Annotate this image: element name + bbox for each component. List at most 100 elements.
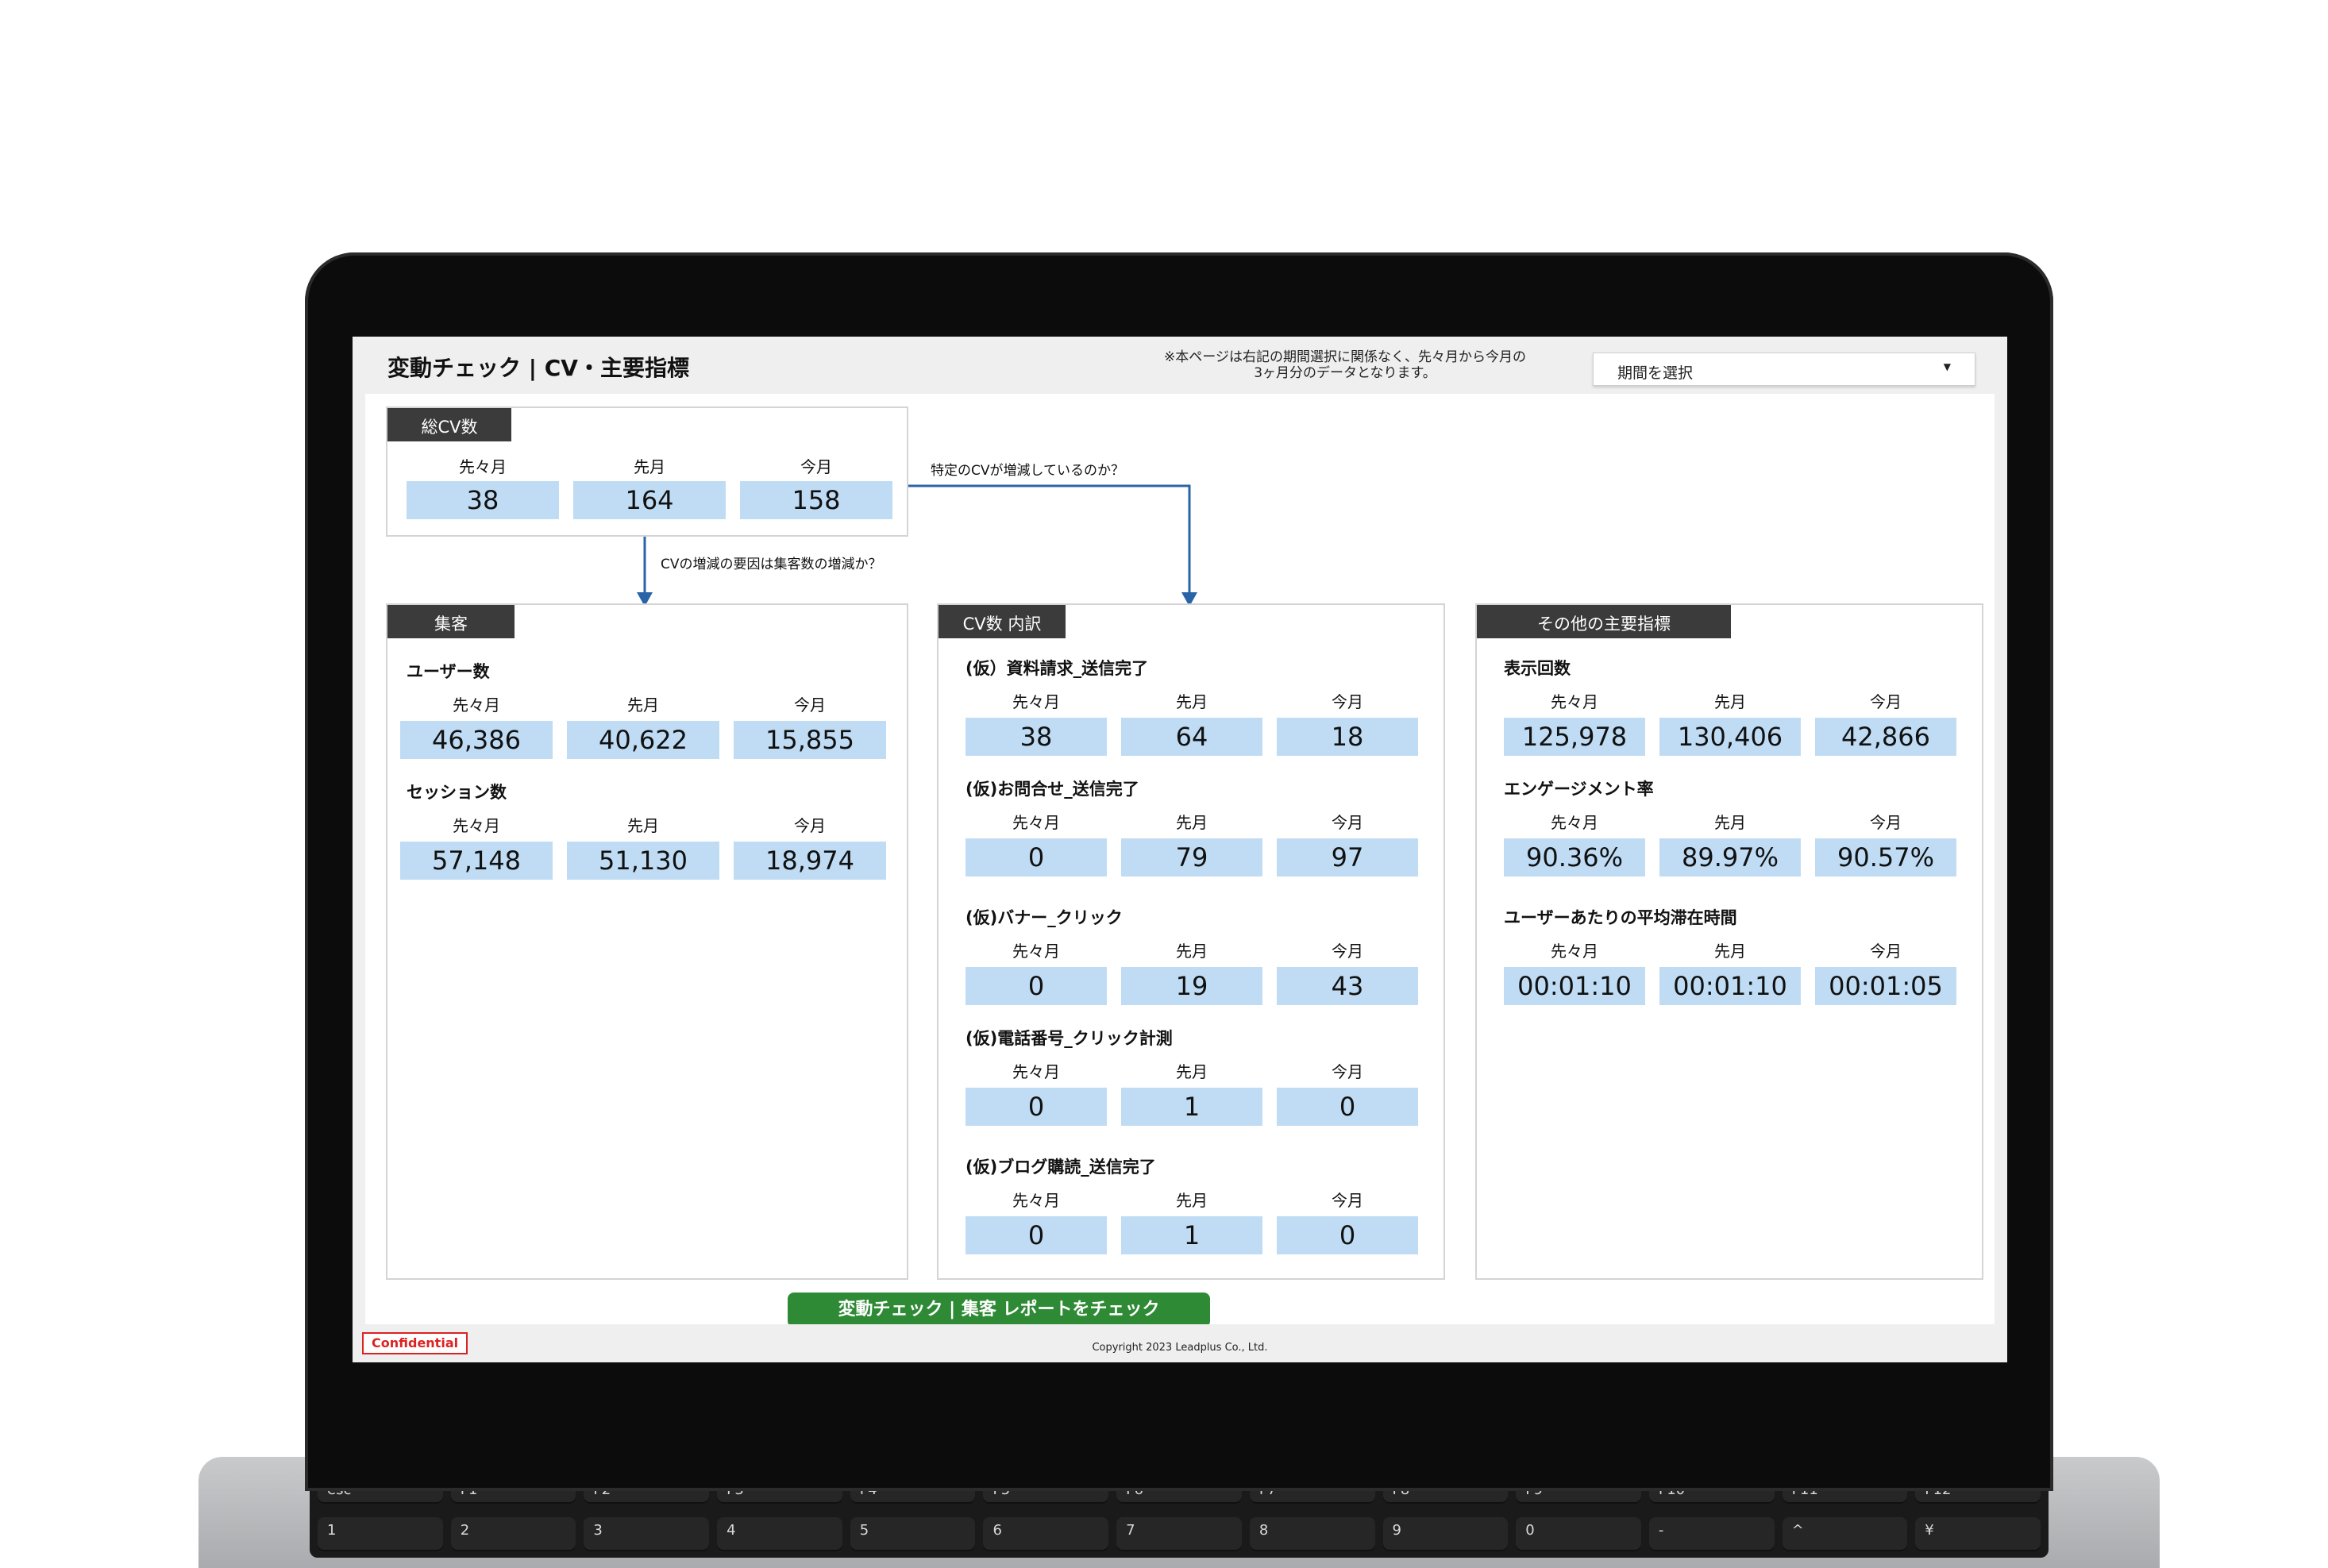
metric-value: 0 bbox=[1277, 1216, 1418, 1254]
col-head-this-month: 今月 bbox=[1332, 1062, 1363, 1081]
page-header: 変動チェック | CV・主要指標 ※本ページは右記の期間選択に関係なく、先々月か… bbox=[353, 337, 2007, 394]
metric-value: 89.97% bbox=[1659, 838, 1801, 876]
panel-tab: 総CV数 bbox=[387, 408, 511, 441]
metric-value: 90.36% bbox=[1504, 838, 1645, 876]
metric-value: 0 bbox=[966, 967, 1107, 1005]
col-head-this-month: 今月 bbox=[1332, 942, 1363, 961]
col-head-last-month: 先月 bbox=[627, 695, 659, 715]
keyboard-key: ¥ bbox=[1915, 1517, 2041, 1551]
col-head-two-months-ago: 先々月 bbox=[1012, 692, 1060, 711]
col-head-two-months-ago: 先々月 bbox=[1551, 813, 1598, 832]
metric-value: 46,386 bbox=[400, 721, 553, 759]
metric-label: ユーザーあたりの平均滞在時間 bbox=[1504, 908, 1737, 927]
metric-label: (仮)バナー_クリック bbox=[966, 908, 1123, 927]
period-note: ※本ページは右記の期間選択に関係なく、先々月から今月の 3ヶ月分のデータとなりま… bbox=[1123, 349, 1567, 381]
total-cv-panel: 総CV数 先々月 先月 今月 38 164 158 bbox=[386, 406, 908, 537]
keyboard-key: 5 bbox=[850, 1517, 976, 1551]
col-head-this-month: 今月 bbox=[1332, 692, 1363, 711]
metric-value: 42,866 bbox=[1815, 718, 1956, 756]
col-head-two-months-ago: 先々月 bbox=[1551, 942, 1598, 961]
period-select[interactable]: 期間を選択 ▼ bbox=[1593, 353, 1975, 386]
page-title: 変動チェック | CV・主要指標 bbox=[387, 355, 689, 381]
metric-value: 00:01:05 bbox=[1815, 967, 1956, 1005]
total-cv-value: 158 bbox=[740, 481, 892, 519]
flow-text-specific-cv: 特定のCVが増減しているのか？ bbox=[931, 463, 1124, 479]
col-head-last-month: 先月 bbox=[1176, 1191, 1208, 1210]
col-head-this-month: 今月 bbox=[1870, 692, 1902, 711]
col-head-this-month: 今月 bbox=[794, 816, 826, 835]
metric-value: 57,148 bbox=[400, 842, 553, 880]
metric-value: 18 bbox=[1277, 718, 1418, 756]
metric-value: 64 bbox=[1121, 718, 1262, 756]
col-head-this-month: 今月 bbox=[1332, 1191, 1363, 1210]
keyboard-key: - bbox=[1648, 1517, 1775, 1551]
keyboard-key: 8 bbox=[1249, 1517, 1375, 1551]
metric-label: (仮)ブログ購読_送信完了 bbox=[966, 1158, 1156, 1177]
col-head-two-months-ago: 先々月 bbox=[1012, 1191, 1060, 1210]
col-head-two-months-ago: 先々月 bbox=[453, 816, 500, 835]
keyboard-key: 1 bbox=[318, 1517, 443, 1551]
total-cv-value: 38 bbox=[407, 481, 559, 519]
metric-value: 40,622 bbox=[567, 721, 719, 759]
col-head-this-month: 今月 bbox=[800, 457, 832, 476]
col-head-two-months-ago: 先々月 bbox=[453, 695, 500, 715]
metric-value: 1 bbox=[1121, 1088, 1262, 1126]
col-head-two-months-ago: 先々月 bbox=[1012, 942, 1060, 961]
panel-tab: 集客 bbox=[387, 605, 515, 638]
col-head-two-months-ago: 先々月 bbox=[1012, 1062, 1060, 1081]
col-head-last-month: 先月 bbox=[1714, 813, 1746, 832]
metric-label: (仮）資料請求_送信完了 bbox=[966, 659, 1149, 678]
acquisition-panel: 集客 ユーザー数 先々月 先月 今月 46,386 40,622 15,855 … bbox=[386, 603, 908, 1280]
caret-down-icon: ▼ bbox=[1943, 361, 1951, 372]
keyboard-key: 2 bbox=[450, 1517, 576, 1551]
metric-label: ユーザー数 bbox=[407, 662, 490, 681]
metric-value: 0 bbox=[966, 1216, 1107, 1254]
col-head-two-months-ago: 先々月 bbox=[1551, 692, 1598, 711]
copyright-text: Copyright 2023 Leadplus Co., Ltd. bbox=[1092, 1342, 1268, 1354]
col-head-last-month: 先月 bbox=[1176, 942, 1208, 961]
keyboard-key: 3 bbox=[584, 1517, 710, 1551]
panel-tab: CV数 内訳 bbox=[939, 605, 1066, 638]
metric-value: 43 bbox=[1277, 967, 1418, 1005]
metric-value: 18,974 bbox=[734, 842, 886, 880]
metric-label: (仮)お問合せ_送信完了 bbox=[966, 780, 1139, 799]
dashboard-screen: 変動チェック | CV・主要指標 ※本ページは右記の期間選択に関係なく、先々月か… bbox=[353, 337, 2007, 1362]
metric-label: 表示回数 bbox=[1504, 659, 1571, 678]
col-head-this-month: 今月 bbox=[1870, 813, 1902, 832]
col-head-two-months-ago: 先々月 bbox=[1012, 813, 1060, 832]
col-head-last-month: 先月 bbox=[1714, 692, 1746, 711]
col-head-last-month: 先月 bbox=[1176, 1062, 1208, 1081]
col-head-last-month: 先月 bbox=[1176, 692, 1208, 711]
keyboard-key: 6 bbox=[983, 1517, 1109, 1551]
keyboard-key: ^ bbox=[1782, 1517, 1908, 1551]
col-head-this-month: 今月 bbox=[1870, 942, 1902, 961]
acquisition-report-button[interactable]: 変動チェック | 集客 レポートをチェック bbox=[788, 1293, 1210, 1327]
cv-breakdown-panel: CV数 内訳 (仮）資料請求_送信完了 先々月 先月 今月 38 64 18 (… bbox=[937, 603, 1445, 1280]
col-head-this-month: 今月 bbox=[794, 695, 826, 715]
panel-tab: その他の主要指標 bbox=[1477, 605, 1731, 638]
metric-value: 38 bbox=[966, 718, 1107, 756]
metric-value: 125,978 bbox=[1504, 718, 1645, 756]
other-metrics-panel: その他の主要指標 表示回数 先々月 先月 今月 125,978 130,406 … bbox=[1475, 603, 1983, 1280]
metric-value: 51,130 bbox=[567, 842, 719, 880]
metric-label: エンゲージメント率 bbox=[1504, 780, 1654, 799]
metric-value: 97 bbox=[1277, 838, 1418, 876]
col-head-last-month: 先月 bbox=[634, 457, 665, 476]
keyboard-key: 4 bbox=[717, 1517, 842, 1551]
keyboard-number-row: 1 2 3 4 5 6 7 8 9 0- ^ ¥ bbox=[318, 1517, 2041, 1551]
metric-value: 0 bbox=[966, 1088, 1107, 1126]
col-head-two-months-ago: 先々月 bbox=[459, 457, 507, 476]
col-head-last-month: 先月 bbox=[627, 816, 659, 835]
metric-value: 00:01:10 bbox=[1659, 967, 1801, 1005]
flow-text-acquisition: CVの増減の要因は集客数の増減か？ bbox=[661, 557, 882, 572]
flow-arrow-to-cv-breakdown bbox=[889, 484, 1191, 592]
col-head-this-month: 今月 bbox=[1332, 813, 1363, 832]
metric-value: 00:01:10 bbox=[1504, 967, 1645, 1005]
period-note-line1: ※本ページは右記の期間選択に関係なく、先々月から今月の bbox=[1164, 349, 1526, 365]
metric-value: 79 bbox=[1121, 838, 1262, 876]
keyboard-key: 7 bbox=[1116, 1517, 1242, 1551]
metric-label: セッション数 bbox=[407, 783, 507, 802]
metric-value: 15,855 bbox=[734, 721, 886, 759]
col-head-last-month: 先月 bbox=[1176, 813, 1208, 832]
page-footer: Confidential Copyright 2023 Leadplus Co.… bbox=[353, 1324, 2007, 1362]
